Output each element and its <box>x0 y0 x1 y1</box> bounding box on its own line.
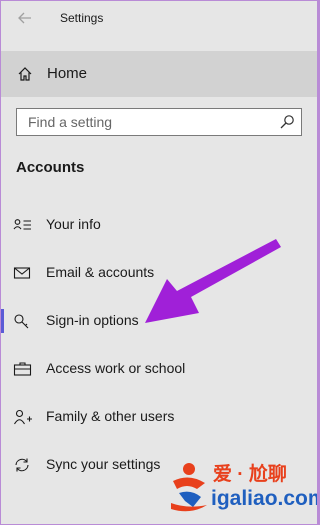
nav-item-label: Sync your settings <box>46 456 161 472</box>
nav-item-label: Your info <box>46 216 101 232</box>
search-box[interactable] <box>16 108 302 136</box>
watermark-text-url: igaliao.com <box>211 487 317 510</box>
nav-item-label: Email & accounts <box>46 264 155 280</box>
home-icon <box>18 67 32 81</box>
back-arrow-icon <box>18 12 31 24</box>
mail-icon <box>13 267 31 279</box>
selection-indicator <box>1 309 4 333</box>
nav-item-label: Access work or school <box>46 360 186 376</box>
settings-window: Settings Home Accounts Your info Email &… <box>1 1 317 524</box>
watermark-logo-icon <box>171 463 207 512</box>
section-title: Accounts <box>16 159 85 176</box>
person-card-icon <box>13 219 31 230</box>
key-icon <box>14 314 29 329</box>
home-label: Home <box>47 65 88 82</box>
nav-item-your-info[interactable]: Your info <box>1 205 317 245</box>
nav-item-label: Family & other users <box>46 408 175 424</box>
nav-item-access-work-school[interactable]: Access work or school <box>1 349 317 389</box>
title-bar: Settings <box>1 1 317 35</box>
sync-icon <box>15 458 29 472</box>
home-nav-item[interactable]: Home <box>1 51 317 97</box>
app-title: Settings <box>60 11 104 25</box>
nav-item-label: Sign-in options <box>46 312 139 328</box>
add-person-icon <box>14 409 32 425</box>
nav-item-family-other-users[interactable]: Family & other users <box>1 397 317 437</box>
watermark: 爱 · 尬聊 igaliao.com <box>167 457 317 519</box>
nav-item-sign-in-options[interactable]: Sign-in options <box>1 301 317 341</box>
watermark-text-cn: 爱 · 尬聊 <box>213 464 287 485</box>
back-button[interactable] <box>13 7 37 29</box>
search-icon[interactable] <box>279 114 295 130</box>
briefcase-icon <box>13 362 32 376</box>
search-input[interactable] <box>17 109 267 135</box>
nav-item-email-accounts[interactable]: Email & accounts <box>1 253 317 293</box>
